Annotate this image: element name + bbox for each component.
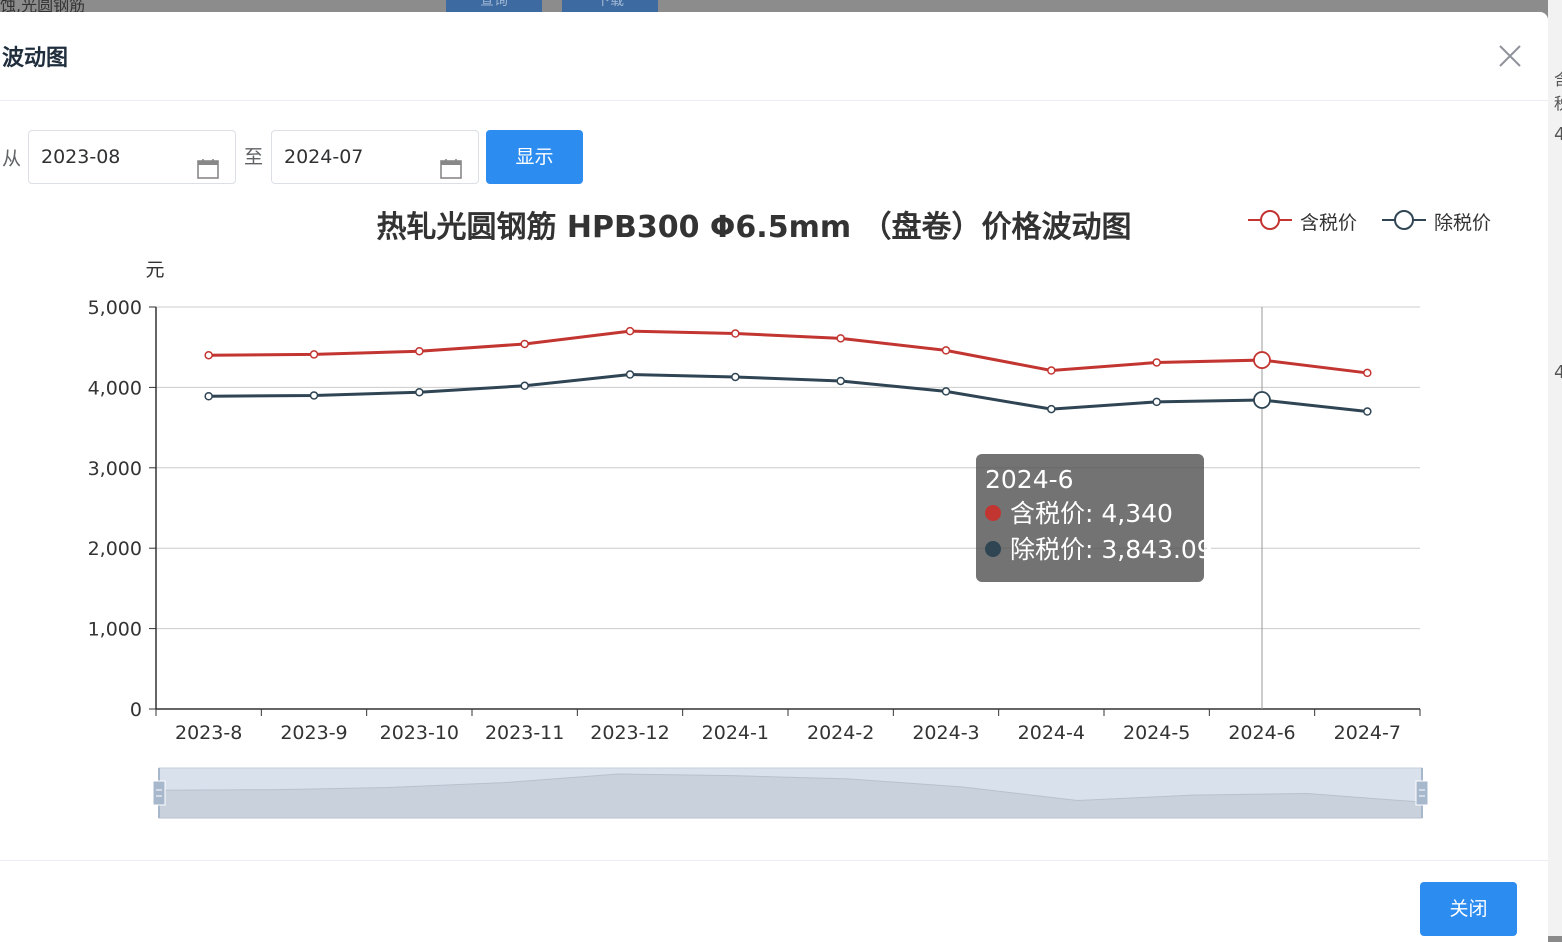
y-tick-label: 3,000 [88, 458, 142, 480]
datazoom-left-handle[interactable] [152, 780, 166, 806]
datazoom-right-handle[interactable] [1415, 780, 1429, 806]
data-point [520, 339, 529, 349]
y-tick-label: 0 [130, 699, 142, 721]
tooltip-dot-notax [985, 541, 1001, 557]
tooltip-row-notax: 除税价: 3,843.09 [985, 532, 1213, 568]
x-tick-label: 2024-3 [912, 722, 979, 744]
series-line-tax [208, 329, 1368, 375]
background-side-panel: 含税 4 4 [1548, 0, 1562, 936]
data-point [415, 387, 424, 397]
y-tick-label: 5,000 [88, 297, 142, 319]
x-tick-label: 2024-6 [1228, 722, 1295, 744]
tooltip-value-notax: 除税价: 3,843.09 [1010, 535, 1213, 564]
x-tick-label: 2023-11 [485, 722, 564, 744]
x-tick-label: 2023-9 [280, 722, 347, 744]
data-point [941, 346, 951, 355]
data-point [1363, 368, 1372, 378]
x-tick-label: 2024-1 [702, 722, 769, 744]
data-point [731, 329, 740, 338]
data-point [1253, 351, 1271, 369]
data-point [309, 350, 319, 359]
background-side-number: 4 [1554, 362, 1562, 383]
data-point [625, 326, 635, 336]
x-tick-label: 2024-2 [807, 722, 874, 744]
x-tick-label: 2023-8 [175, 722, 242, 744]
background-query-button: 查询 [446, 0, 542, 12]
background-side-number: 4 [1554, 124, 1562, 145]
y-tick-label: 4,000 [88, 377, 142, 399]
tooltip-header: 2024-6 [985, 465, 1074, 494]
data-point [941, 387, 951, 396]
x-tick-label: 2024-5 [1123, 722, 1190, 744]
x-tick-label: 2024-4 [1018, 722, 1085, 744]
data-point [1047, 366, 1056, 375]
background-side-header: 含税 [1554, 66, 1562, 114]
data-point [1152, 397, 1161, 407]
data-point [415, 346, 424, 356]
y-tick-label: 1,000 [88, 619, 142, 641]
data-point [1152, 358, 1161, 367]
price-line-chart: 元 0 1,000 2,000 3,000 4,000 5,000 2023-8 2023-9 2… [88, 259, 1429, 819]
tooltip-row-tax: 含税价: 4,340 [985, 496, 1195, 532]
close-button[interactable]: 关闭 [1420, 882, 1517, 936]
data-point [204, 350, 213, 360]
chart-tooltip: 2024-6 含税价: 4,340 除税价: 3,843.09 [976, 454, 1213, 582]
data-point [520, 381, 529, 391]
data-point [1047, 404, 1056, 414]
fluctuation-dialog: 波动图 从 2023-08 至 2024-07 显示 热轧光圆钢筋 HPB300… [0, 12, 1548, 942]
data-point [204, 391, 213, 401]
data-point [836, 376, 845, 386]
tooltip-dot-tax [985, 505, 1001, 521]
tooltip-value-tax: 含税价: 4,340 [1010, 499, 1173, 528]
y-tick-label: 2,000 [88, 538, 142, 560]
footer-divider [0, 860, 1548, 861]
data-point [731, 372, 740, 382]
x-tick-label: 2023-10 [380, 722, 459, 744]
data-point [1363, 407, 1372, 416]
x-tick-label: 2024-7 [1334, 722, 1401, 744]
data-point [1253, 391, 1271, 409]
y-axis-unit-label: 元 [145, 259, 164, 281]
data-point [309, 391, 319, 400]
x-tick-label: 2023-12 [590, 722, 669, 744]
data-point [836, 334, 845, 343]
data-point [625, 370, 635, 379]
background-download-button: 下载 [562, 0, 658, 12]
series-line-notax [208, 373, 1368, 414]
